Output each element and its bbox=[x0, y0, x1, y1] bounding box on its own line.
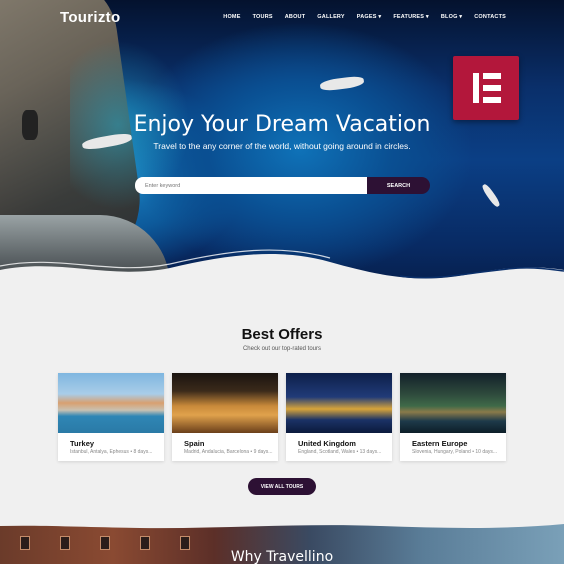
tour-card-image bbox=[172, 373, 278, 433]
tour-card-details: Istanbul, Antalya, Ephesus • 8 days... bbox=[70, 449, 153, 455]
building-window bbox=[180, 536, 190, 550]
offers-title: Best Offers bbox=[241, 326, 323, 343]
hero-wave-divider bbox=[0, 249, 564, 300]
search-input[interactable] bbox=[135, 177, 367, 194]
nav-item-pages[interactable]: PAGES ▾ bbox=[357, 14, 382, 20]
nav-item-contacts[interactable]: CONTACTS bbox=[474, 14, 506, 20]
nav-item-features[interactable]: FEATURES ▾ bbox=[393, 14, 429, 20]
nav-item-gallery[interactable]: GALLERY bbox=[317, 14, 344, 20]
tour-card-title: Eastern Europe bbox=[412, 439, 468, 448]
elementor-badge bbox=[453, 56, 519, 120]
elementor-logo-icon bbox=[473, 73, 501, 103]
tour-card-details: Madrid, Andalucia, Barcelona • 9 days... bbox=[184, 449, 273, 455]
building-window bbox=[100, 536, 110, 550]
search-button[interactable]: SEARCH bbox=[367, 177, 430, 194]
tour-card-details: Slovenia, Hungary, Poland • 10 days... bbox=[412, 449, 498, 455]
hero-subtitle: Travel to the any corner of the world, w… bbox=[153, 141, 411, 151]
building-window bbox=[60, 536, 70, 550]
tour-card-title: Turkey bbox=[70, 439, 95, 448]
view-all-tours-button[interactable]: VIEW ALL TOURS bbox=[248, 478, 316, 495]
tour-card-details: England, Scotland, Wales • 13 days... bbox=[298, 449, 382, 455]
hero-title: Enjoy Your Dream Vacation bbox=[133, 112, 431, 137]
search-bar: SEARCH bbox=[135, 177, 430, 194]
building-window bbox=[20, 536, 30, 550]
building-window bbox=[140, 536, 150, 550]
tour-card-title: Spain bbox=[184, 439, 205, 448]
boat-image bbox=[319, 74, 365, 93]
tour-card-title: United Kingdom bbox=[298, 439, 356, 448]
offers-subtitle: Check out our top-rated tours bbox=[242, 346, 322, 352]
why-wave-divider bbox=[0, 516, 564, 529]
tour-card[interactable]: United Kingdom England, Scotland, Wales … bbox=[286, 373, 392, 461]
main-nav: HOME TOURS ABOUT GALLERY PAGES ▾ FEATURE… bbox=[223, 14, 506, 20]
nav-item-blog[interactable]: BLOG ▾ bbox=[441, 14, 462, 20]
tour-card[interactable]: Spain Madrid, Andalucia, Barcelona • 9 d… bbox=[172, 373, 278, 461]
tour-card[interactable]: Eastern Europe Slovenia, Hungary, Poland… bbox=[400, 373, 506, 461]
site-logo[interactable]: Tourizto bbox=[60, 9, 120, 26]
tour-card-image bbox=[400, 373, 506, 433]
tour-card-image bbox=[286, 373, 392, 433]
tour-card[interactable]: Turkey Istanbul, Antalya, Ephesus • 8 da… bbox=[58, 373, 164, 461]
nav-item-about[interactable]: ABOUT bbox=[285, 14, 306, 20]
boat-image bbox=[480, 182, 502, 209]
tour-card-image bbox=[58, 373, 164, 433]
why-section-title: Why Travellino bbox=[230, 549, 334, 564]
nav-item-home[interactable]: HOME bbox=[223, 14, 240, 20]
nav-item-tours[interactable]: TOURS bbox=[253, 14, 273, 20]
